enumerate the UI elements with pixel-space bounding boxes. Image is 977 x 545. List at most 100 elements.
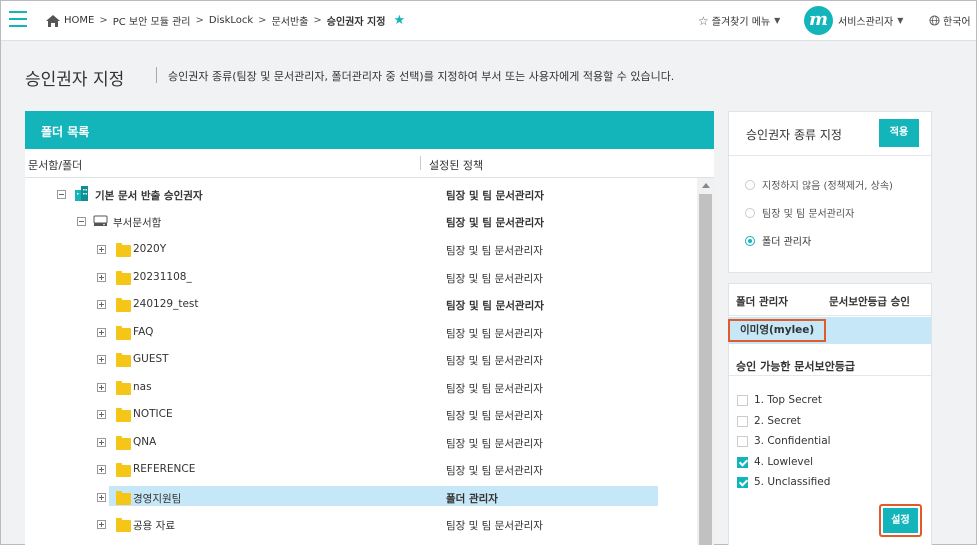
tree-row[interactable]: 공용 자료 팀장 및 팀 문서관리자 — [25, 511, 697, 538]
tree-row-policy: 팀장 및 팀 문서관리자 — [446, 465, 543, 477]
tree-row-policy: 팀장 및 팀 문서관리자 — [446, 410, 543, 422]
folder-icon — [116, 381, 131, 395]
breadcrumb-home[interactable]: HOME — [64, 15, 94, 26]
tree-row[interactable]: NOTICE 팀장 및 팀 문서관리자 — [25, 401, 697, 428]
checkbox-unchecked[interactable] — [737, 415, 748, 427]
checkbox-unchecked[interactable] — [737, 435, 748, 447]
column-divider — [420, 156, 421, 170]
checkbox-checked[interactable] — [737, 476, 748, 488]
radio-unchecked[interactable] — [745, 179, 755, 190]
expand-icon[interactable] — [97, 520, 106, 529]
tree-row[interactable]: GUEST 팀장 및 팀 문서관리자 — [25, 346, 697, 373]
tree-row-name: 20231108_ — [133, 271, 192, 283]
tree-row-name: 경영지원팀 — [133, 493, 182, 505]
grade-label: 2. Secret — [754, 415, 801, 427]
expand-icon[interactable] — [97, 300, 106, 309]
expand-icon[interactable] — [97, 465, 106, 474]
expand-icon[interactable] — [97, 245, 106, 254]
tree-row-selected[interactable]: 경영지원팀 폴더 관리자 — [25, 484, 697, 511]
breadcrumb-disklock[interactable]: DiskLock — [209, 15, 253, 26]
radio-option-folder-admin[interactable]: 폴더 관리자 — [745, 233, 811, 248]
tree-row-policy: 팀장 및 팀 문서관리자 — [446, 245, 543, 257]
user-menu[interactable]: m 서비스관리자 ▼ — [804, 6, 903, 35]
scroll-thumb[interactable] — [699, 194, 712, 545]
expand-icon[interactable] — [97, 438, 106, 447]
radio-unchecked[interactable] — [745, 207, 755, 218]
grade-option-secret[interactable]: 2. Secret — [737, 415, 801, 427]
tree-row-name: GUEST — [133, 353, 169, 365]
grade-option-confidential[interactable]: 3. Confidential — [737, 435, 831, 447]
tree-row[interactable]: 20231108_ 팀장 및 팀 문서관리자 — [25, 264, 697, 291]
tree-row-policy: 폴더 관리자 — [446, 493, 498, 505]
language-selector[interactable]: 한국어 — [929, 13, 971, 28]
scroll-up-arrow-icon[interactable] — [697, 178, 714, 192]
admin-row-selected[interactable]: 이미영(mylee) — [728, 317, 931, 344]
tree-row[interactable]: 기본 문서 반출 승인권자 팀장 및 팀 문서관리자 — [25, 181, 697, 208]
tree-row-policy: 팀장 및 팀 문서관리자 — [446, 190, 544, 202]
tree-row-name: 부서문서함 — [113, 217, 162, 229]
column-header-folder: 문서함/폴더 — [28, 159, 83, 172]
tree-row[interactable]: FAQ 팀장 및 팀 문서관리자 — [25, 319, 697, 346]
folder-tree: 기본 문서 반출 승인권자 팀장 및 팀 문서관리자 부서문서함 팀장 및 팀 … — [25, 178, 714, 545]
radio-label: 지정하지 않음 (정책제거, 상속) — [762, 181, 893, 192]
folder-admin-panel: 폴더 관리자 문서보안등급 승인 이미영(mylee) 승인 가능한 문서보안등… — [728, 283, 932, 545]
drive-icon — [93, 215, 108, 226]
tree-row-name: nas — [133, 381, 152, 393]
breadcrumb: HOME > PC 보안 모듈 관리 > DiskLock > 문서반출 > 승… — [45, 13, 405, 28]
breadcrumb-separator: > — [258, 15, 267, 26]
breadcrumb-separator: > — [195, 15, 204, 26]
collapse-icon[interactable] — [57, 190, 66, 199]
expand-icon[interactable] — [97, 383, 106, 392]
admin-name: 이미영(mylee) — [728, 319, 827, 342]
expand-icon[interactable] — [97, 355, 106, 364]
set-button[interactable]: 설정 — [883, 508, 918, 533]
hamburger-menu-icon[interactable] — [9, 11, 27, 27]
tree-row[interactable]: 2020Y 팀장 및 팀 문서관리자 — [25, 236, 697, 263]
tree-row-name: 2020Y — [133, 243, 167, 255]
breadcrumb-pc-module[interactable]: PC 보안 모듈 관리 — [113, 13, 191, 28]
grade-label: 5. Unclassified — [754, 476, 831, 488]
expand-icon[interactable] — [97, 273, 106, 282]
folder-icon — [116, 243, 131, 257]
favorites-menu[interactable]: ☆ 즐겨찾기 메뉴 ▼ — [698, 13, 781, 29]
tree-row-policy: 팀장 및 팀 문서관리자 — [446, 355, 543, 367]
divider — [729, 375, 931, 376]
radio-option-team-leader[interactable]: 팀장 및 팀 문서관리자 — [745, 205, 854, 220]
grade-option-lowlevel[interactable]: 4. Lowlevel — [737, 456, 813, 468]
tree-row[interactable]: nas 팀장 및 팀 문서관리자 — [25, 374, 697, 401]
tree-row-policy: 팀장 및 팀 문서관리자 — [446, 328, 543, 340]
apply-button[interactable]: 적용 — [879, 119, 919, 147]
globe-icon — [929, 15, 940, 26]
tree-row-policy: 팀장 및 팀 문서관리자 — [446, 217, 544, 229]
tree-row[interactable]: REFERENCE 팀장 및 팀 문서관리자 — [25, 456, 697, 483]
tree-row[interactable]: QNA 팀장 및 팀 문서관리자 — [25, 429, 697, 456]
grade-option-top-secret[interactable]: 1. Top Secret — [737, 394, 822, 406]
folder-list-panel: 폴더 목록 문서함/폴더 설정된 정책 기본 문서 반출 승인권자 팀장 및 팀… — [25, 111, 714, 545]
grade-label: 1. Top Secret — [754, 394, 822, 406]
expand-icon[interactable] — [97, 410, 106, 419]
grade-option-unclassified[interactable]: 5. Unclassified — [737, 476, 830, 488]
tree-row[interactable]: 부서문서함 팀장 및 팀 문서관리자 — [25, 208, 697, 235]
expand-icon[interactable] — [97, 493, 106, 502]
radio-checked[interactable] — [745, 235, 755, 246]
breadcrumb-doc-export[interactable]: 문서반출 — [272, 13, 309, 28]
radio-option-none[interactable]: 지정하지 않음 (정책제거, 상속) — [745, 177, 893, 192]
collapse-icon[interactable] — [77, 217, 86, 226]
expand-icon[interactable] — [97, 328, 106, 337]
grade-label: 3. Confidential — [754, 435, 831, 447]
column-header-policy: 설정된 정책 — [429, 159, 484, 172]
grade-label: 4. Lowlevel — [754, 456, 814, 468]
home-icon[interactable] — [45, 14, 61, 28]
checkbox-unchecked[interactable] — [737, 394, 748, 406]
checkbox-checked[interactable] — [737, 456, 748, 468]
brand-logo: m — [804, 6, 833, 35]
caret-down-icon: ▼ — [774, 16, 781, 25]
row-highlight — [109, 486, 658, 506]
tree-scrollbar[interactable] — [697, 178, 714, 545]
star-outline-icon: ☆ — [698, 13, 709, 28]
tree-row-name: QNA — [133, 436, 157, 448]
folder-icon — [116, 518, 131, 532]
tree-row[interactable]: 240129_test 팀장 및 팀 문서관리자 — [25, 291, 697, 318]
star-icon[interactable]: ★ — [393, 13, 405, 28]
approver-kind-title: 승인권자 종류 지정 — [746, 128, 842, 142]
